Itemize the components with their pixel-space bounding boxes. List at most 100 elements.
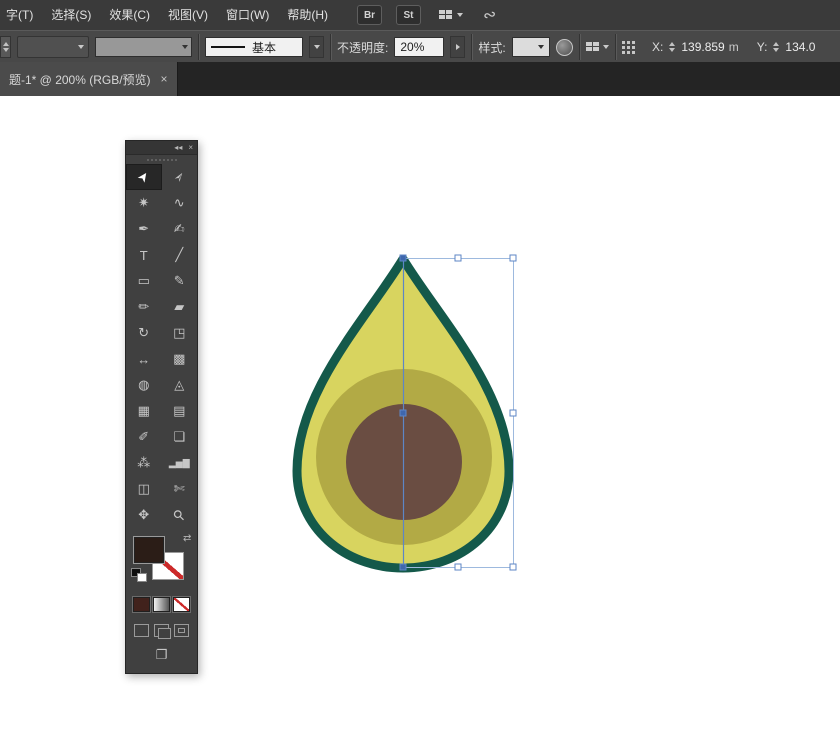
y-stepper[interactable] xyxy=(771,42,781,52)
clipped-edge-control[interactable] xyxy=(0,36,11,58)
divider xyxy=(579,34,580,60)
style-swatch-select[interactable] xyxy=(512,37,550,57)
selection-handle[interactable] xyxy=(455,255,461,261)
menu-item-view[interactable]: 视图(V) xyxy=(159,0,217,30)
tools-panel[interactable]: ◂◂ × ➤ ➣ ✷ ∿ ✒ ✍ xyxy=(125,140,198,674)
rotate-tool[interactable]: ↻ xyxy=(126,320,162,346)
width-tool[interactable]: ↔ xyxy=(126,346,162,372)
color-mode-buttons xyxy=(126,597,197,612)
scale-tool[interactable]: ◳ xyxy=(162,320,198,346)
menu-item-help[interactable]: 帮助(H) xyxy=(278,0,337,30)
bridge-button[interactable]: Br xyxy=(357,5,382,25)
y-label: Y: xyxy=(757,40,768,54)
selection-anchor-filled[interactable] xyxy=(400,255,406,261)
screen-mode-icon[interactable]: ❐ xyxy=(156,647,168,663)
tool-icon: ⁂ xyxy=(137,455,150,471)
selection-handle[interactable] xyxy=(455,564,461,570)
selection-anchor-filled[interactable] xyxy=(400,410,406,416)
x-coordinate-field[interactable]: 139.859 xyxy=(681,40,724,54)
eraser-tool[interactable]: ▰ xyxy=(162,294,198,320)
menu-item-effect[interactable]: 效果(C) xyxy=(100,0,159,30)
draw-inside-icon[interactable] xyxy=(174,624,189,637)
draw-behind-icon[interactable] xyxy=(154,624,169,637)
stepper-icon xyxy=(1,42,11,52)
y-coordinate-field[interactable]: 134.0 xyxy=(785,40,815,54)
shape-builder-tool[interactable]: ◍ xyxy=(126,372,162,398)
stroke-line-icon xyxy=(211,46,245,48)
tool-icon: ➣ xyxy=(170,168,189,186)
arrange-documents-icon xyxy=(439,10,453,21)
default-fill-stroke-icon[interactable] xyxy=(131,568,147,582)
close-tab-icon[interactable]: × xyxy=(161,72,168,86)
free-transform-tool[interactable]: ▩ xyxy=(162,346,198,372)
tool-icon: ➤ xyxy=(134,168,153,186)
appearance-dropdown[interactable] xyxy=(17,36,89,58)
tool-icon: T xyxy=(140,248,148,263)
draw-normal-icon[interactable] xyxy=(134,624,149,637)
chevron-down-icon xyxy=(538,45,544,49)
document-tab-bar: 题-1* @ 200% (RGB/预览) × xyxy=(0,62,840,97)
selection-handle[interactable] xyxy=(510,410,516,416)
brush-definition-dropdown-button[interactable] xyxy=(309,36,324,58)
align-dropdown[interactable] xyxy=(586,42,609,53)
artboard-tool[interactable]: ◫ xyxy=(126,476,162,502)
tool-icon: ❏ xyxy=(173,429,185,445)
column-graph-tool[interactable]: ▂▅▇ xyxy=(162,450,198,476)
pen-tool[interactable]: ✒ xyxy=(126,216,162,242)
panel-drag-handle[interactable] xyxy=(126,155,197,164)
opacity-field[interactable]: 20% xyxy=(394,37,444,57)
pencil-tool[interactable]: ✏ xyxy=(126,294,162,320)
arrange-documents-button[interactable] xyxy=(439,10,463,21)
tool-icon: ◳ xyxy=(173,325,185,341)
paintbrush-tool[interactable]: ✎ xyxy=(162,268,198,294)
symbol-sprayer-tool[interactable]: ⁂ xyxy=(126,450,162,476)
divider xyxy=(330,34,331,60)
document-tab[interactable]: 题-1* @ 200% (RGB/预览) × xyxy=(0,62,178,96)
gradient-tool[interactable]: ▤ xyxy=(162,398,198,424)
swap-fill-stroke-icon[interactable]: ⇄ xyxy=(183,533,191,544)
divider xyxy=(471,34,472,60)
gradient-button[interactable] xyxy=(153,597,170,612)
tool-icon: ◍ xyxy=(138,377,149,393)
zoom-tool[interactable]: ⚲ xyxy=(162,502,198,528)
mesh-tool[interactable]: ▦ xyxy=(126,398,162,424)
tool-icon: ✷ xyxy=(138,195,149,211)
blend-tool[interactable]: ❏ xyxy=(162,424,198,450)
lasso-tool[interactable]: ∿ xyxy=(162,190,198,216)
menu-item-window[interactable]: 窗口(W) xyxy=(217,0,278,30)
recolor-artwork-icon[interactable] xyxy=(556,39,573,56)
color-button[interactable] xyxy=(133,597,150,612)
collapse-panel-icon[interactable]: ◂◂ xyxy=(174,141,182,154)
opacity-expand-button[interactable] xyxy=(450,36,465,58)
reference-point-icon[interactable] xyxy=(622,41,635,54)
rectangle-tool[interactable]: ▭ xyxy=(126,268,162,294)
menu-item-type[interactable]: 字(T) xyxy=(0,0,42,30)
menu-bar: 字(T) 选择(S) 效果(C) 视图(V) 窗口(W) 帮助(H) Br St… xyxy=(0,0,840,31)
selection-handle[interactable] xyxy=(510,564,516,570)
slice-tool[interactable]: ✄ xyxy=(162,476,198,502)
tools-grid: ➤ ➣ ✷ ∿ ✒ ✍ T xyxy=(126,164,197,528)
eyedropper-tool[interactable]: ✐ xyxy=(126,424,162,450)
selection-handle[interactable] xyxy=(510,255,516,261)
blob-brush-tool[interactable]: ✍ xyxy=(162,216,198,242)
perspective-grid-tool[interactable]: ◬ xyxy=(162,372,198,398)
none-button[interactable] xyxy=(173,597,190,612)
stock-button[interactable]: St xyxy=(396,5,421,25)
brush-swatch-dropdown[interactable] xyxy=(95,37,192,57)
x-stepper[interactable] xyxy=(667,42,677,52)
stroke-profile-select[interactable]: 基本 xyxy=(205,37,303,57)
selection-tool[interactable]: ➤ xyxy=(126,164,162,190)
tool-icon: ↔ xyxy=(137,352,150,367)
chevron-down-icon xyxy=(78,45,84,49)
direct-selection-tool[interactable]: ➣ xyxy=(162,164,198,190)
selection-anchor-filled[interactable] xyxy=(400,564,406,570)
close-panel-icon[interactable]: × xyxy=(188,141,193,154)
menu-item-select[interactable]: 选择(S) xyxy=(42,0,100,30)
fill-swatch[interactable] xyxy=(133,536,165,564)
tool-icon: ▩ xyxy=(173,351,185,367)
tool-icon: ✄ xyxy=(174,481,185,497)
magic-wand-tool[interactable]: ✷ xyxy=(126,190,162,216)
line-segment-tool[interactable]: ╱ xyxy=(162,242,198,268)
hand-tool[interactable]: ✥ xyxy=(126,502,162,528)
type-tool[interactable]: T xyxy=(126,242,162,268)
